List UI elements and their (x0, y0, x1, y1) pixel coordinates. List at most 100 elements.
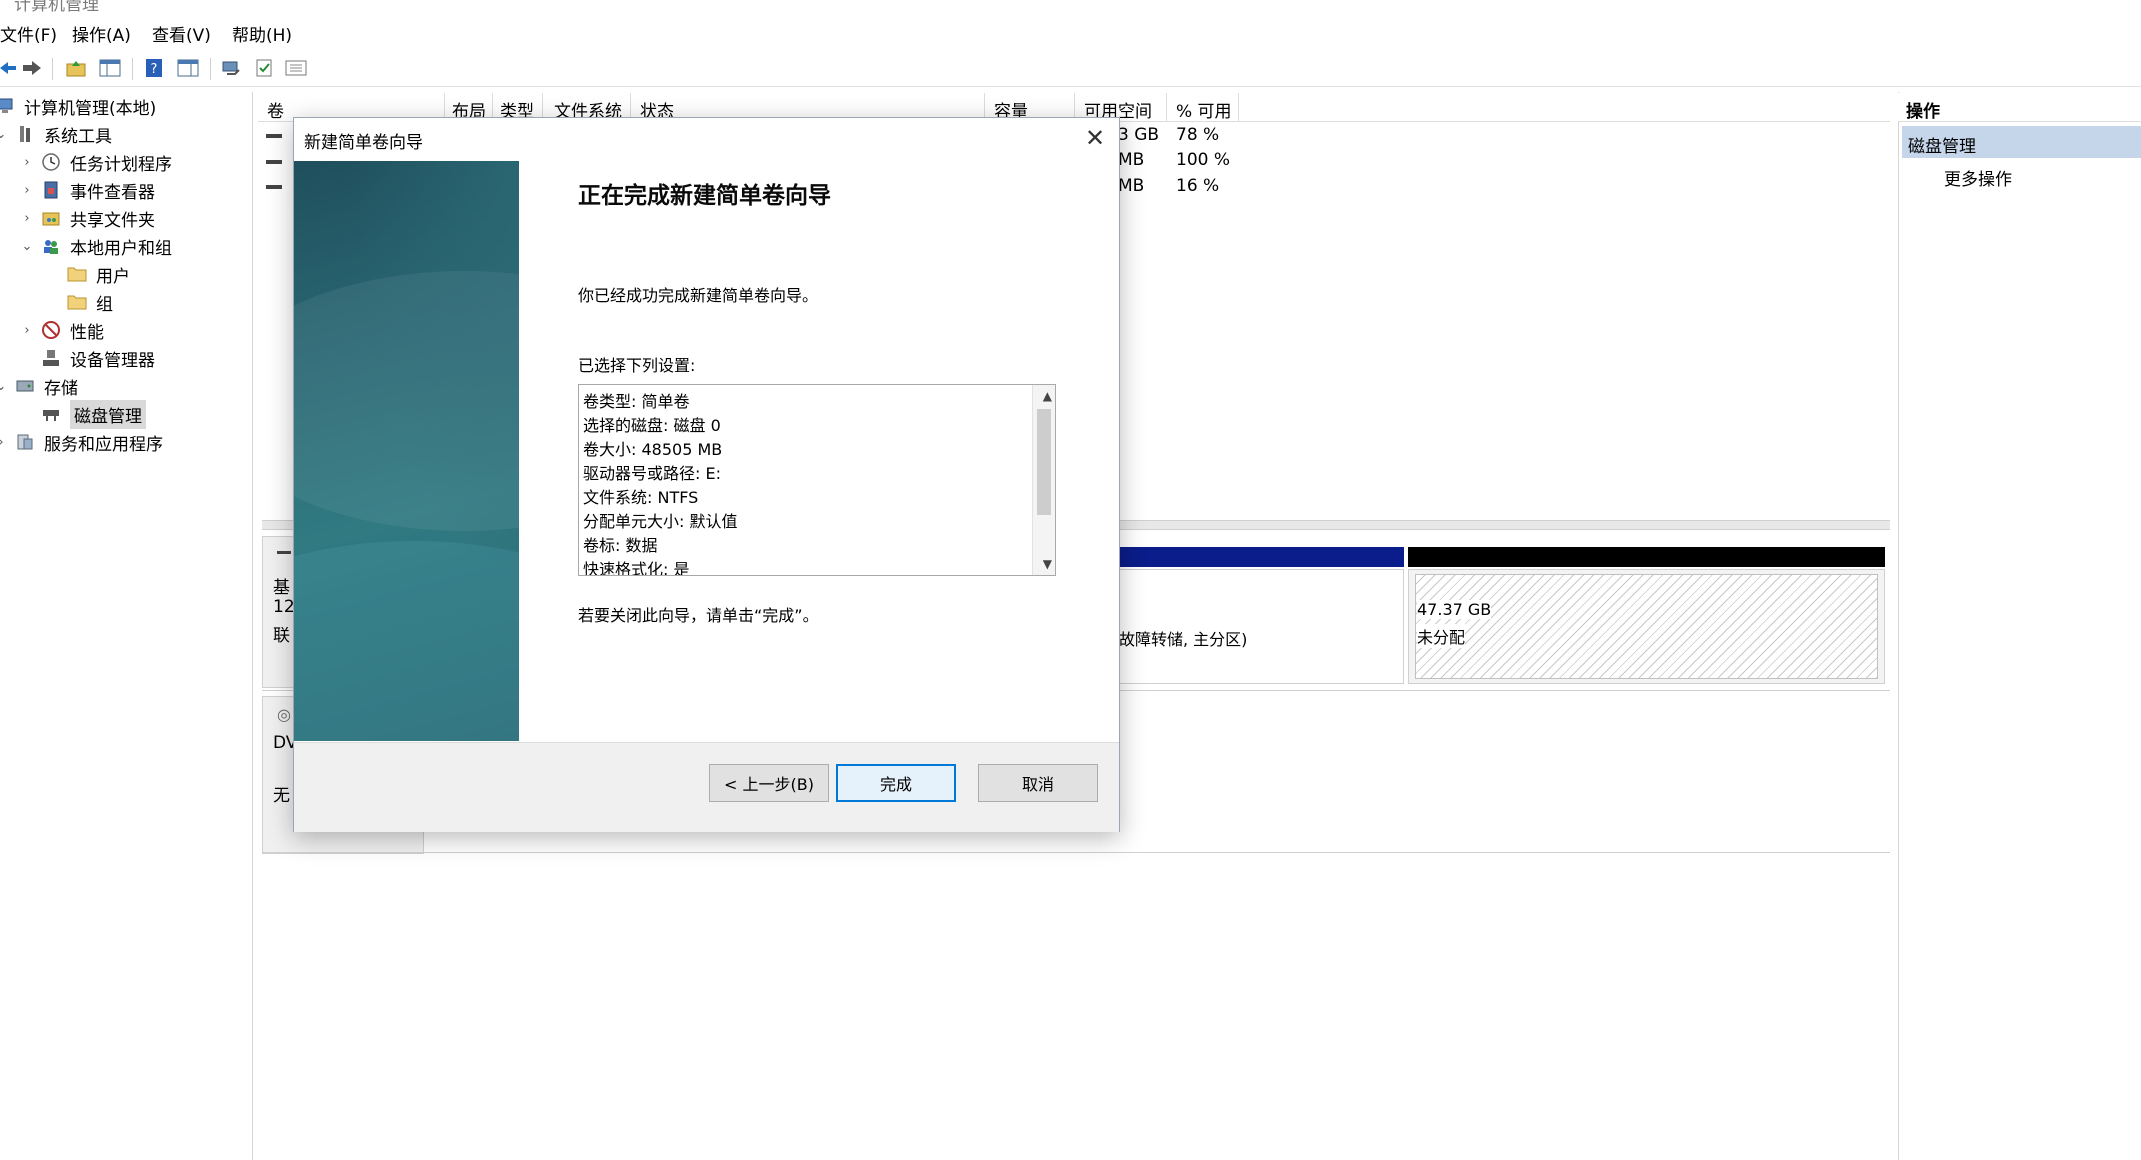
chevron-down-icon[interactable]: ⌄ (20, 239, 34, 254)
actions-header: 操作 (1898, 93, 2141, 122)
settings-label: 已选择下列设置: (578, 356, 696, 375)
column-separator[interactable] (1166, 93, 1167, 121)
list-view-icon[interactable] (284, 56, 308, 80)
unallocated-label: 未分配 (1417, 624, 1466, 648)
tree-item-shared-folders[interactable]: › 共享文件夹 (20, 204, 155, 232)
checklist-icon[interactable] (252, 56, 276, 80)
cdrom-icon: ◎ (277, 705, 291, 724)
partition-unallocated[interactable]: 47.37 GB 未分配 (1408, 569, 1885, 684)
partition-status: 故障转储, 主分区) (1119, 630, 1248, 649)
actions-pane (1898, 92, 2141, 1160)
chevron-right-icon[interactable]: › (20, 323, 34, 338)
tree-item-system-tools[interactable]: ⌄ 系统工具 (0, 120, 112, 148)
setting-line: 卷大小: 48505 MB (583, 440, 723, 459)
close-icon[interactable]: ✕ (1081, 124, 1109, 152)
menu-bar: 文件(F) 操作(A) 查看(V) 帮助(H) (0, 16, 2141, 48)
help-icon[interactable]: ? (142, 56, 166, 80)
close-hint-text: 若要关闭此向导，请单击“完成”。 (578, 606, 819, 625)
folder-icon (66, 263, 88, 285)
volume-percent-free[interactable]: 100 % (1176, 150, 1230, 170)
unallocated-hatch (1415, 574, 1878, 679)
chevron-down-icon[interactable]: ⌄ (0, 127, 8, 142)
setting-line: 快速格式化: 是 (583, 560, 690, 576)
tree-item-performance[interactable]: › 性能 (20, 316, 104, 344)
disk-0-type: 基 (273, 578, 290, 598)
cancel-button[interactable]: 取消 (978, 764, 1098, 802)
column-separator[interactable] (1238, 93, 1239, 121)
dialog-title: 新建简单卷向导 (304, 133, 423, 153)
system-tools-icon (14, 123, 36, 145)
menu-help[interactable]: 帮助(H) (232, 21, 292, 46)
chevron-right-icon[interactable]: › (0, 435, 8, 450)
tree-item-task-scheduler[interactable]: › 任务计划程序 (20, 148, 172, 176)
chevron-right-icon[interactable]: › (20, 155, 34, 170)
scroll-down-icon[interactable]: ▼ (1043, 557, 1052, 571)
show-hide-tree-icon[interactable] (98, 56, 122, 80)
dialog-title-bar[interactable]: 新建简单卷向导 ✕ (294, 118, 1119, 160)
actions-title: 操作 (1906, 102, 1940, 122)
chevron-right-icon[interactable]: › (20, 183, 34, 198)
users-group-icon (40, 235, 62, 257)
settings-summary-box[interactable]: 卷类型: 简单卷 选择的磁盘: 磁盘 0 卷大小: 48505 MB 驱动器号或… (578, 384, 1056, 576)
banner-decoration (294, 271, 519, 531)
storage-icon (14, 375, 36, 397)
back-button[interactable]: < 上一步(B) (709, 764, 829, 802)
finish-button[interactable]: 完成 (836, 764, 956, 802)
disk-row-divider (262, 852, 1890, 853)
volume-icon (266, 134, 282, 138)
navigation-tree: 计算机管理(本地) ⌄ 系统工具 › 任务计划程序 › 事件查看器 › 共享文件… (0, 92, 253, 1160)
window-title-bar: 计算机管理 (0, 0, 2141, 14)
settings-scrollbar[interactable]: ▲ ▼ (1032, 385, 1055, 575)
actions-section-disk-management[interactable]: 磁盘管理 (1902, 126, 2141, 158)
scroll-up-icon[interactable]: ▲ (1043, 389, 1052, 403)
wizard-success-text: 你已经成功完成新建简单卷向导。 (578, 286, 819, 305)
partition-primary[interactable]: 故障转储, 主分区) (1118, 569, 1404, 684)
tree-item-users[interactable]: 用户 (66, 260, 130, 288)
wizard-heading: 正在完成新建简单卷向导 (578, 183, 831, 209)
more-actions-link[interactable]: 更多操作 (1944, 165, 2012, 190)
volume-percent-free[interactable]: 16 % (1176, 176, 1219, 196)
setting-line: 分配单元大小: 默认值 (583, 512, 738, 531)
menu-action[interactable]: 操作(A) (72, 21, 131, 46)
column-header-volume[interactable]: 卷 (267, 97, 284, 122)
wizard-side-banner (294, 161, 519, 741)
volume-percent-free[interactable]: 78 % (1176, 125, 1219, 145)
menu-view[interactable]: 查看(V) (152, 21, 211, 46)
properties-panel-icon[interactable] (176, 56, 200, 80)
toolbar-separator (210, 58, 211, 80)
tree-item-local-users-groups[interactable]: ⌄ 本地用户和组 (20, 232, 172, 260)
window-title: 计算机管理 (14, 0, 99, 14)
cdrom-0-media: 无 (273, 786, 290, 806)
computer-management-icon (0, 95, 16, 117)
volume-free-space[interactable]: MB (1118, 176, 1144, 196)
tree-item-disk-management[interactable]: 磁盘管理 (40, 399, 146, 429)
forward-icon[interactable] (20, 56, 44, 80)
up-folder-icon[interactable] (64, 56, 88, 80)
connect-icon[interactable] (220, 56, 244, 80)
volume-icon (266, 160, 282, 164)
tree-item-device-manager[interactable]: 设备管理器 (40, 344, 155, 372)
setting-line: 卷标: 数据 (583, 536, 658, 555)
setting-line: 卷类型: 简单卷 (583, 392, 690, 411)
shared-folder-icon (40, 207, 62, 229)
volume-free-space[interactable]: MB (1118, 150, 1144, 170)
back-icon[interactable] (0, 56, 20, 80)
column-header-percent-free[interactable]: % 可用 (1176, 97, 1232, 122)
chevron-down-icon[interactable]: ⌄ (0, 379, 8, 394)
chevron-right-icon[interactable]: › (20, 211, 34, 226)
disk-icon (277, 551, 291, 554)
tree-item-groups[interactable]: 组 (66, 288, 113, 316)
disk-management-icon (40, 403, 62, 425)
scroll-thumb[interactable] (1037, 409, 1051, 515)
tree-item-services-applications[interactable]: › 服务和应用程序 (0, 428, 163, 456)
device-manager-icon (40, 347, 62, 369)
menu-file[interactable]: 文件(F) (0, 21, 57, 46)
disk-0-size: 12 (273, 597, 295, 617)
tree-item-computer-management[interactable]: 计算机管理(本地) (0, 92, 156, 120)
tree-item-storage[interactable]: ⌄ 存储 (0, 372, 78, 400)
setting-line: 选择的磁盘: 磁盘 0 (583, 416, 721, 435)
toolbar-separator (132, 58, 133, 80)
tree-item-event-viewer[interactable]: › 事件查看器 (20, 176, 155, 204)
banner-decoration (294, 541, 519, 741)
volume-free-space[interactable]: 3 GB (1118, 125, 1159, 145)
